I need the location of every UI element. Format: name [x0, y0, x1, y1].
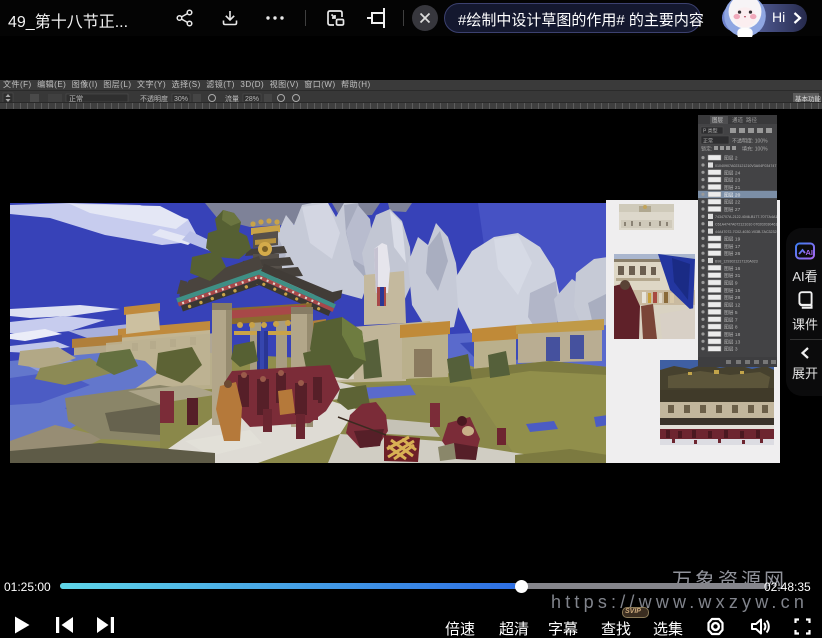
svg-text:图层 3: 图层 3: [724, 347, 738, 353]
svg-text:图层 24: 图层 24: [724, 170, 741, 176]
svg-text:图层 21: 图层 21: [724, 185, 741, 191]
svg-text:图层 27: 图层 27: [724, 207, 741, 213]
svg-text:图层 19: 图层 19: [724, 236, 741, 242]
svg-text:7434707A-2122-4046-B177-7077A4: 7434707A-2122-4046-B177-7077A4A120: [715, 215, 777, 219]
svg-text:图层 13: 图层 13: [724, 339, 741, 345]
svg-text:图层 31: 图层 31: [724, 273, 741, 279]
svg-text:锁定:: 锁定:: [701, 146, 712, 153]
svg-text:图层: 图层: [712, 116, 724, 124]
svg-text:图层 17: 图层 17: [724, 244, 741, 250]
svg-text:路径: 路径: [746, 116, 758, 124]
svg-text:图层 18: 图层 18: [724, 332, 741, 338]
svg-text:图层 16: 图层 16: [724, 266, 741, 272]
svg-text:P 类型: P 类型: [703, 128, 718, 135]
svg-text:不透明度: 100%: 不透明度: 100%: [732, 138, 768, 145]
svg-text:图层 23: 图层 23: [724, 178, 741, 184]
svg-text:44A47072-7C02-4030-V03B-7AC323: 44A47072-7C02-4030-V03B-7AC323217: [715, 230, 777, 234]
svg-text:图层 22: 图层 22: [724, 200, 741, 206]
svg-text:图层 2: 图层 2: [724, 156, 738, 162]
svg-text:正常: 正常: [703, 138, 713, 145]
svg-text:AI: AI: [806, 248, 814, 257]
svg-text:C61A4747A072121010 07020203046: C61A4747A072121010 0702020304617: [715, 223, 777, 227]
svg-text:填充: 100%: 填充: 100%: [742, 146, 768, 153]
svg-text:通道: 通道: [732, 116, 744, 124]
svg-text:图层 5: 图层 5: [724, 310, 738, 316]
svg-text:图层 20: 图层 20: [724, 192, 741, 198]
svg-text:图层 26: 图层 26: [724, 251, 741, 257]
svg-text:图层 8: 图层 8: [724, 325, 738, 331]
svg-text:01040907A023121210V3A04F034747: 01040907A023121210V3A04F034747: [715, 164, 776, 168]
svg-text:图层 7: 图层 7: [724, 317, 738, 323]
svg-text:B98_1293021217120A023: B98_1293021217120A023: [715, 259, 758, 263]
svg-text:图层 12: 图层 12: [724, 303, 741, 309]
svg-text:图层 15: 图层 15: [724, 288, 741, 294]
svg-text:图层 28: 图层 28: [724, 295, 741, 301]
svg-text:图层 9: 图层 9: [724, 281, 738, 287]
